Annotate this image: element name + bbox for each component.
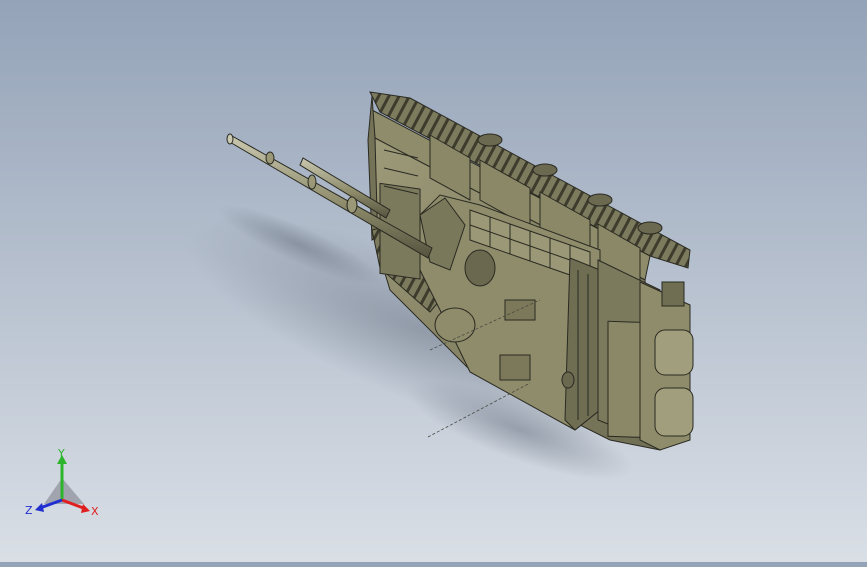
y-axis-label: Y xyxy=(57,448,65,460)
fuel-drum-upper xyxy=(654,329,694,376)
x-axis-label: X xyxy=(91,505,99,518)
commander-cupola xyxy=(464,249,496,287)
open-hatch xyxy=(434,307,476,343)
cad-graphics-viewport[interactable] xyxy=(0,0,867,562)
engine-deck[interactable] xyxy=(597,259,694,451)
z-axis-label: Z xyxy=(25,504,33,517)
x-axis-arrowhead xyxy=(81,504,90,513)
tank-model-view[interactable] xyxy=(0,0,867,562)
fuel-drum-lower xyxy=(654,387,694,437)
z-axis-arrowhead xyxy=(35,503,44,512)
reference-triad: Y X Z xyxy=(25,448,99,518)
